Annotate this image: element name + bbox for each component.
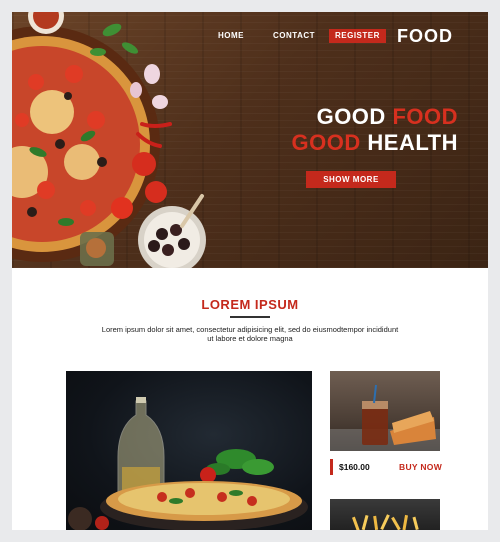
headline-word: GOOD (316, 104, 386, 129)
title-divider (230, 316, 270, 318)
headline-word-accent: GOOD (291, 130, 361, 155)
hero-headline: GOOD FOOD GOOD HEALTH (252, 104, 458, 156)
product-price: $160.00 (339, 462, 370, 472)
buy-now-link[interactable]: BUY NOW (399, 462, 442, 472)
fries-image (330, 499, 440, 530)
register-button[interactable]: REGISTER (329, 29, 386, 43)
show-more-button[interactable]: SHOW MORE (306, 171, 396, 188)
section-title: LOREM IPSUM (201, 297, 299, 312)
headline-word: HEALTH (367, 130, 458, 155)
section-description: Lorem ipsum dolor sit amet, consectetur … (101, 325, 399, 343)
pizza-oil-image (66, 371, 312, 530)
brand-logo[interactable]: FOOD (397, 26, 453, 47)
drink-sandwich-image (330, 371, 440, 451)
price-accent-bar (330, 459, 333, 475)
nav-home-link[interactable]: HOME (218, 31, 244, 40)
nav-contact-link[interactable]: CONTACT (273, 31, 315, 40)
hero-banner: HOME CONTACT REGISTER FOOD GOOD FOOD GOO… (12, 12, 488, 268)
headline-word-accent: FOOD (392, 104, 458, 129)
email-template-card: HOME CONTACT REGISTER FOOD GOOD FOOD GOO… (12, 12, 488, 530)
